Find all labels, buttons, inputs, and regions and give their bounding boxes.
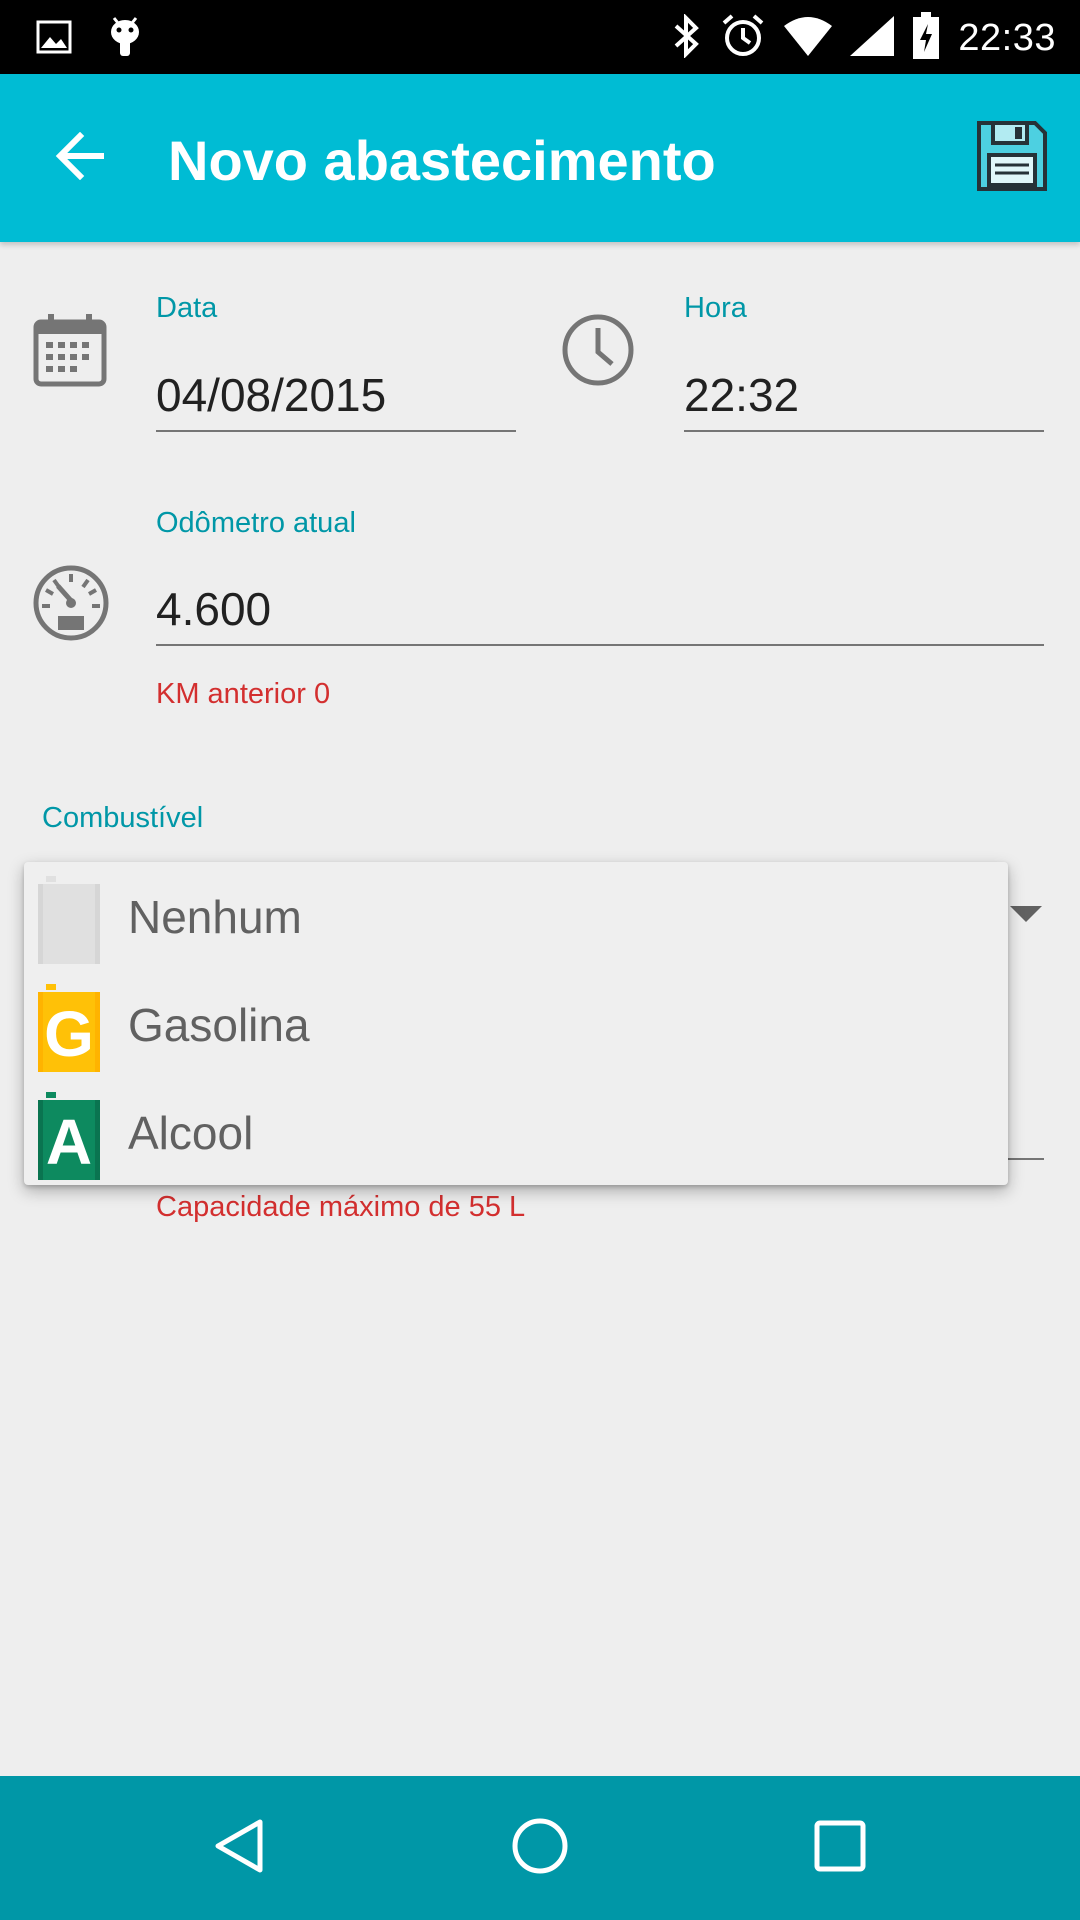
odometer-label: Odômetro atual <box>156 507 356 539</box>
fuel-can-alcohol-icon: A <box>36 1090 102 1182</box>
battery-charging-icon <box>912 12 940 65</box>
bluetooth-icon <box>672 13 702 63</box>
time-underline <box>684 430 1044 432</box>
save-button[interactable] <box>972 118 1052 198</box>
fuel-dropdown: Nenhum G Gasolina A Alcool <box>24 862 1008 1185</box>
nav-back-icon <box>210 1816 270 1881</box>
status-time: 22:33 <box>958 17 1056 59</box>
fuel-option-label: Gasolina <box>128 999 310 1051</box>
clock-icon <box>560 312 640 392</box>
odometer-field[interactable]: 4.600 <box>156 582 271 636</box>
nav-recents-icon <box>812 1818 868 1879</box>
odometer-underline <box>156 644 1044 646</box>
fuel-spinner-arrow[interactable] <box>1010 906 1042 922</box>
signal-icon <box>850 16 895 61</box>
back-button[interactable] <box>42 120 118 196</box>
fuel-option-alcool[interactable]: A Alcool <box>24 1078 1008 1186</box>
speedometer-icon <box>32 564 112 644</box>
calendar-icon <box>32 312 112 392</box>
fuel-option-label: Nenhum <box>128 891 302 943</box>
fuel-can-empty-icon <box>36 874 102 966</box>
time-field[interactable]: 22:32 <box>684 368 799 422</box>
page-title: Novo abastecimento <box>168 129 716 192</box>
nav-back-button[interactable] <box>204 1812 276 1884</box>
time-label: Hora <box>684 292 747 324</box>
fuel-label: Combustível <box>42 802 204 834</box>
wifi-icon <box>784 16 833 61</box>
date-underline <box>156 430 516 432</box>
fuel-can-gasoline-icon: G <box>36 982 102 1074</box>
nav-home-button[interactable] <box>504 1812 576 1884</box>
capacity-hint: Capacidade máximo de 55 L <box>156 1191 526 1223</box>
odometer-hint: KM anterior 0 <box>156 678 331 710</box>
fuel-option-gasolina[interactable]: G Gasolina <box>24 970 1008 1078</box>
alarm-icon <box>720 13 766 64</box>
nav-recents-button[interactable] <box>804 1812 876 1884</box>
date-label: Data <box>156 292 218 324</box>
navigation-bar <box>0 1776 1080 1920</box>
status-bar: 22:33 <box>0 0 1080 74</box>
date-field[interactable]: 04/08/2015 <box>156 368 386 422</box>
floppy-save-icon <box>975 119 1049 198</box>
arrow-back-icon <box>54 131 106 185</box>
gallery-icon <box>36 20 72 59</box>
fuel-letter-g: G <box>44 998 94 1070</box>
nav-home-icon <box>510 1816 570 1881</box>
fuel-letter-a: A <box>46 1106 92 1178</box>
fuel-option-label: Alcool <box>128 1107 254 1159</box>
android-debug-icon <box>108 14 142 65</box>
fuel-option-nenhum[interactable]: Nenhum <box>24 862 1008 970</box>
app-bar: Novo abastecimento <box>0 74 1080 242</box>
